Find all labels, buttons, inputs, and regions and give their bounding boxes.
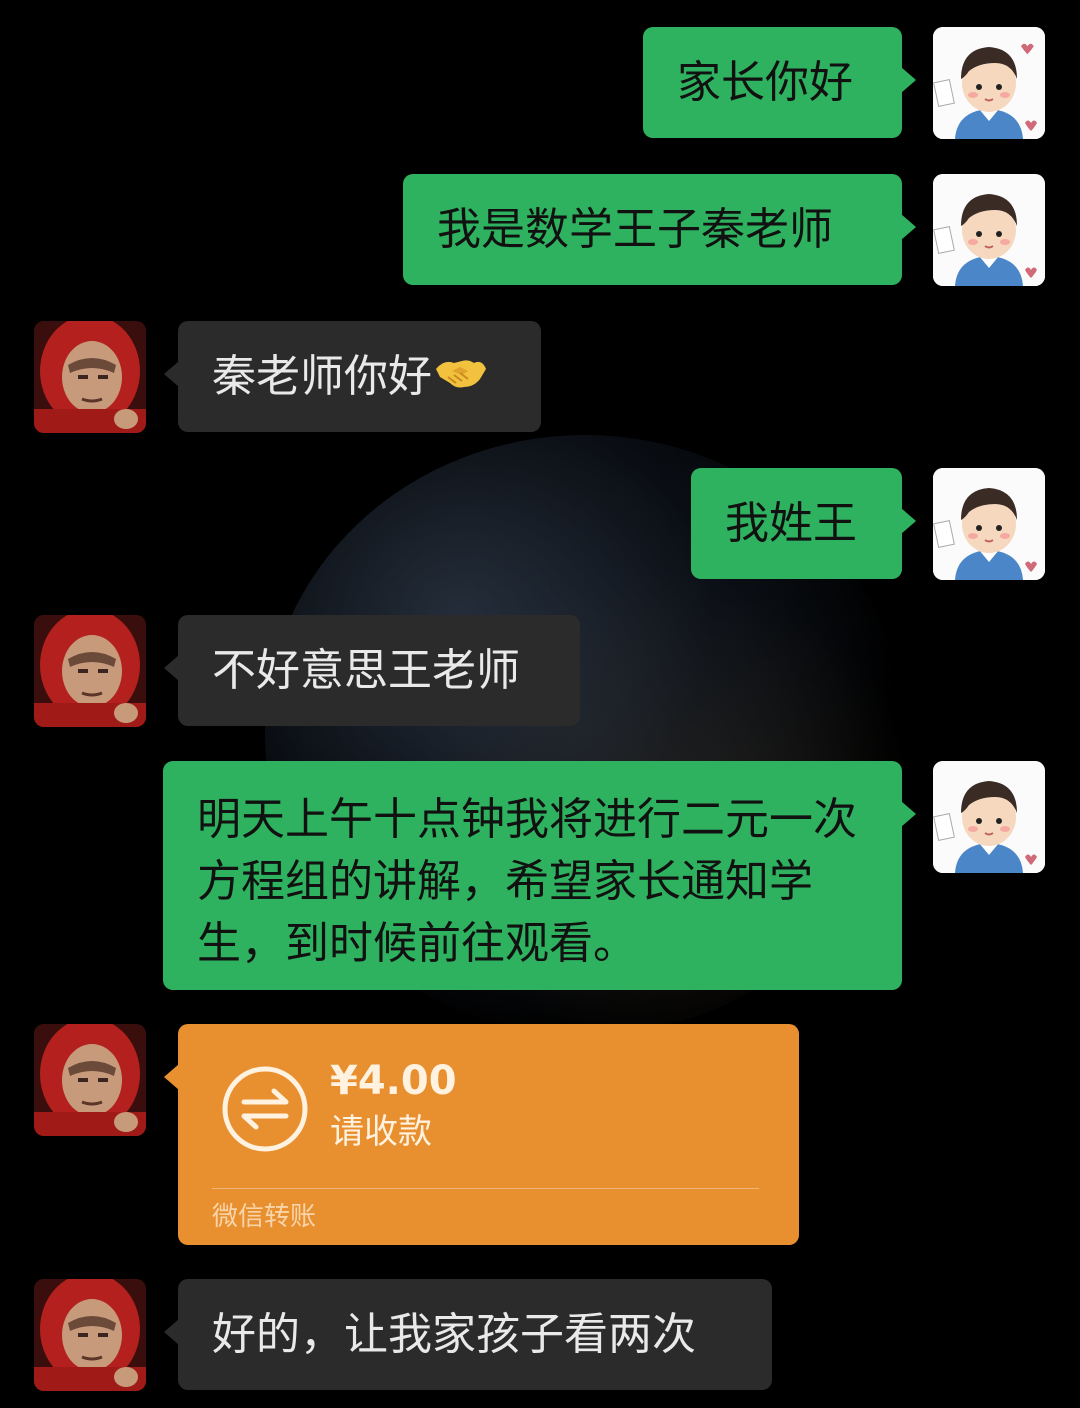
red-hood-man-avatar-icon xyxy=(34,1024,146,1136)
transfer-amount: ¥4.00 xyxy=(330,1058,457,1104)
outgoing-message-bubble[interactable]: 家长你好 xyxy=(643,27,916,138)
incoming-message-bubble[interactable]: 好的，让我家孩子看两次 xyxy=(164,1279,772,1390)
handshake-emoji-icon xyxy=(434,348,488,410)
outgoing-message-bubble[interactable]: 我是数学王子秦老师 xyxy=(403,174,916,285)
message-text: 家长你好 xyxy=(677,57,853,108)
transfer-arrows-icon xyxy=(222,1066,308,1152)
message-text: 我是数学王子秦老师 xyxy=(437,204,833,255)
parent-avatar[interactable] xyxy=(34,615,146,727)
red-hood-man-avatar-icon xyxy=(34,615,146,727)
message-text: 好的，让我家孩子看两次 xyxy=(212,1309,696,1360)
cartoon-boy-avatar-icon xyxy=(933,761,1045,873)
transfer-footer: 微信转账 xyxy=(212,1202,317,1232)
teacher-avatar[interactable] xyxy=(933,761,1045,873)
cartoon-boy-avatar-icon xyxy=(933,174,1045,286)
transfer-status: 请收款 xyxy=(330,1112,432,1152)
message-text: 明天上午十点钟我将进行二元一次方程组的讲解，希望家长通知学生，到时候前往观看。 xyxy=(197,794,857,969)
teacher-avatar[interactable] xyxy=(933,27,1045,139)
cartoon-boy-avatar-icon xyxy=(933,27,1045,139)
message-text: 秦老师你好 xyxy=(212,351,432,402)
message-text: 我姓王 xyxy=(725,498,857,549)
red-hood-man-avatar-icon xyxy=(34,321,146,433)
incoming-message-bubble[interactable]: 不好意思王老师 xyxy=(164,615,580,726)
wechat-transfer-card[interactable]: ¥4.00 请收款 微信转账 xyxy=(164,1024,799,1245)
parent-avatar[interactable] xyxy=(34,1279,146,1391)
incoming-message-bubble[interactable]: 秦老师你好 xyxy=(164,321,541,432)
parent-avatar[interactable] xyxy=(34,321,146,433)
teacher-avatar[interactable] xyxy=(933,468,1045,580)
outgoing-message-bubble[interactable]: 明天上午十点钟我将进行二元一次方程组的讲解，希望家长通知学生，到时候前往观看。 xyxy=(163,761,916,990)
transfer-divider xyxy=(212,1188,759,1189)
red-hood-man-avatar-icon xyxy=(34,1279,146,1391)
teacher-avatar[interactable] xyxy=(933,174,1045,286)
cartoon-boy-avatar-icon xyxy=(933,468,1045,580)
outgoing-message-bubble[interactable]: 我姓王 xyxy=(691,468,916,579)
parent-avatar[interactable] xyxy=(34,1024,146,1136)
message-text: 不好意思王老师 xyxy=(212,645,520,696)
